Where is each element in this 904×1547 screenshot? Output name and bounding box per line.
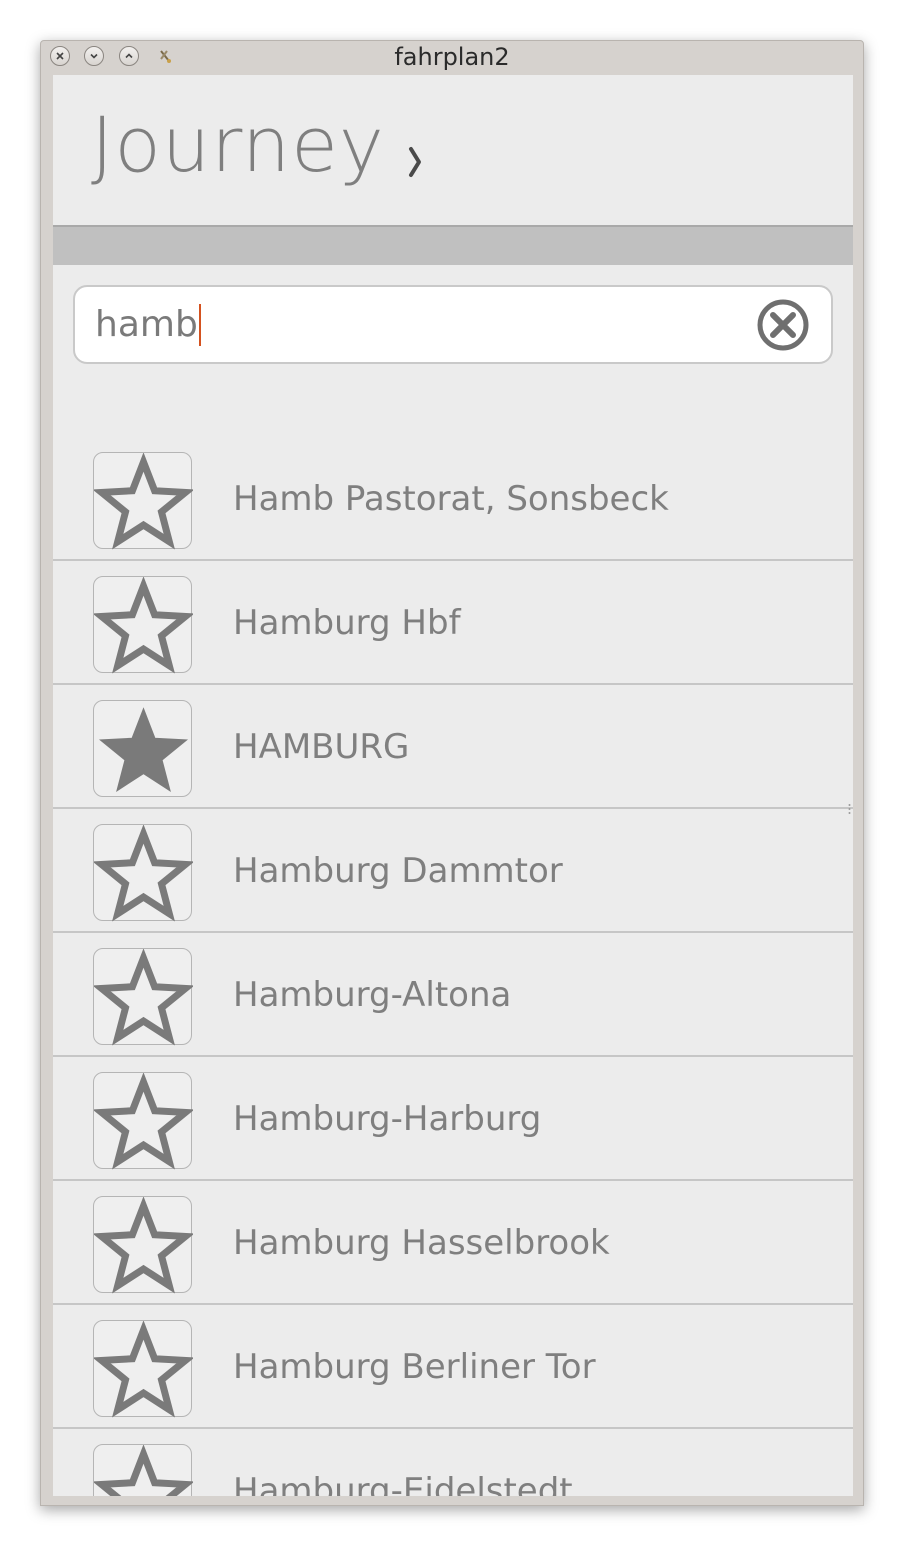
station-name: Hamb Pastorat, Sonsbeck (233, 479, 669, 519)
star-outline-icon (94, 825, 193, 922)
station-row[interactable]: Hamb Pastorat, Sonsbeck (53, 437, 853, 561)
favorite-toggle-button[interactable] (93, 1444, 193, 1496)
favorite-toggle-button[interactable] (93, 1320, 193, 1418)
station-name: Hamburg Hbf (233, 603, 461, 643)
title-bar[interactable]: fahrplan2 (41, 41, 863, 75)
station-name: Hamburg Berliner Tor (233, 1347, 596, 1387)
header-divider-band (53, 227, 853, 265)
station-row[interactable]: Hamburg Dammtor (53, 809, 853, 933)
favorite-toggle-button[interactable] (93, 576, 193, 674)
favorite-toggle-button[interactable] (93, 452, 193, 550)
station-row[interactable]: Hamburg-Altona (53, 933, 853, 1057)
station-name: Hamburg Hasselbrook (233, 1223, 610, 1263)
station-name: Hamburg-Eidelstedt (233, 1471, 573, 1496)
station-name: Hamburg Dammtor (233, 851, 563, 891)
favorite-toggle-button[interactable] (93, 824, 193, 922)
star-outline-icon (94, 1445, 193, 1496)
station-name: Hamburg-Altona (233, 975, 512, 1015)
app-content: Journey hamb Hamb Pastorat, Sonsbeck Hamb… (53, 75, 853, 1496)
star-outline-icon (94, 1073, 193, 1170)
station-list: Hamb Pastorat, Sonsbeck Hamburg Hbf HAMBUR… (53, 437, 853, 1496)
station-row[interactable]: Hamburg Berliner Tor (53, 1305, 853, 1429)
search-text: hamb (95, 304, 198, 345)
search-input-value: hamb (95, 303, 201, 347)
star-outline-icon (94, 577, 193, 674)
page-title: Journey (91, 100, 385, 189)
star-filled-icon (98, 707, 189, 792)
app-window: fahrplan2 Journey hamb Hamb Pastorat, So… (40, 40, 864, 1506)
window-title: fahrplan2 (394, 43, 510, 71)
station-name: HAMBURG (233, 727, 410, 767)
favorite-toggle-button[interactable] (93, 700, 192, 797)
station-row[interactable]: HAMBURG (53, 685, 853, 809)
station-name: Hamburg-Harburg (233, 1099, 542, 1139)
station-row[interactable]: Hamburg Hbf (53, 561, 853, 685)
favorite-toggle-button[interactable] (93, 948, 193, 1046)
station-row[interactable]: Hamburg-Harburg (53, 1057, 853, 1181)
text-caret (198, 304, 201, 346)
star-outline-icon (94, 453, 193, 550)
search-input[interactable]: hamb (73, 285, 833, 364)
station-row[interactable]: Hamburg-Eidelstedt (53, 1429, 853, 1496)
chevron-right-icon[interactable] (405, 139, 427, 185)
favorite-toggle-button[interactable] (93, 1072, 193, 1170)
station-row[interactable]: Hamburg Hasselbrook (53, 1181, 853, 1305)
resize-grip-icon[interactable] (848, 803, 851, 815)
star-outline-icon (94, 1321, 193, 1418)
star-outline-icon (94, 1197, 193, 1294)
clear-search-icon[interactable] (755, 297, 811, 353)
star-outline-icon (94, 949, 193, 1046)
favorite-toggle-button[interactable] (93, 1196, 193, 1294)
page-header[interactable]: Journey (53, 75, 853, 227)
